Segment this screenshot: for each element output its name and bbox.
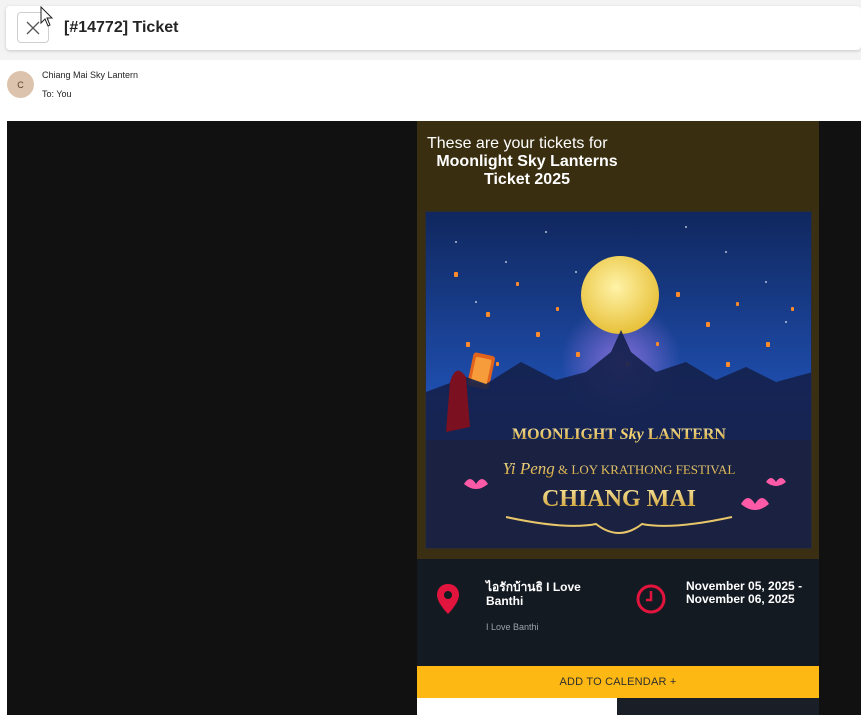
clock [635, 583, 667, 620]
map-pin-icon [437, 584, 459, 614]
location-pin [435, 583, 461, 620]
event-poster[interactable]: MOONLIGHT Sky LANTERN Yi Peng & LOY KRAT… [425, 211, 812, 549]
poster-line3: CHIANG MAI [542, 486, 696, 512]
ticket-header: These are your tickets for Moonlight Sky… [417, 121, 819, 211]
mouse-pointer-icon [40, 6, 54, 27]
email-body: These are your tickets for Moonlight Sky… [7, 121, 861, 715]
close-icon [26, 21, 40, 34]
sender-row: C Chiang Mai Sky Lantern To: You [0, 62, 861, 118]
avatar[interactable]: C [7, 71, 34, 98]
footer-right-panel [617, 698, 819, 715]
add-to-calendar-button[interactable]: ADD TO CALENDAR + [417, 666, 819, 698]
footer-left-panel [417, 698, 617, 715]
poster-line2-rest: LOY KRATHONG FESTIVAL [571, 462, 735, 477]
location-subtitle: I Love Banthi [486, 622, 539, 632]
poster-line1-end: LANTERN [648, 426, 727, 443]
svg-text:MOONLIGHT Sky: MOONLIGHT Sky LANTERN [512, 426, 726, 443]
location-name: ไอรักบ้านธิ I Love Banthi [486, 580, 581, 608]
subject-card: [#14772] Ticket [6, 6, 861, 50]
clock-icon [636, 584, 666, 614]
poster-line2-script: Yi Peng [503, 459, 555, 478]
poster-illustration: MOONLIGHT Sky LANTERN Yi Peng & LOY KRAT… [426, 212, 811, 548]
ticket-intro: These are your tickets for [427, 135, 608, 152]
recipient-line: To: You [42, 89, 72, 99]
poster-line2-amp: & [558, 462, 568, 477]
ticket-card: These are your tickets for Moonlight Sky… [417, 121, 819, 715]
event-title: Moonlight Sky Lanterns Ticket 2025 [436, 153, 618, 188]
event-dates: November 05, 2025 - November 06, 2025 [686, 579, 803, 606]
to-value[interactable]: You [56, 89, 71, 99]
email-subject: [#14772] Ticket [64, 19, 179, 36]
to-label: To: [42, 89, 55, 99]
sender-name[interactable]: Chiang Mai Sky Lantern [42, 70, 138, 80]
svg-text:Yi Peng &: Yi Peng & LOY KRATHONG FESTIVAL [503, 459, 736, 478]
poster-line1: MOONLIGHT [512, 426, 616, 443]
event-info: ไอรักบ้านธิ I Love Banthi I Love Banthi … [417, 559, 819, 666]
poster-line1-script: Sky [620, 426, 645, 443]
top-bar: [#14772] Ticket [0, 0, 861, 60]
